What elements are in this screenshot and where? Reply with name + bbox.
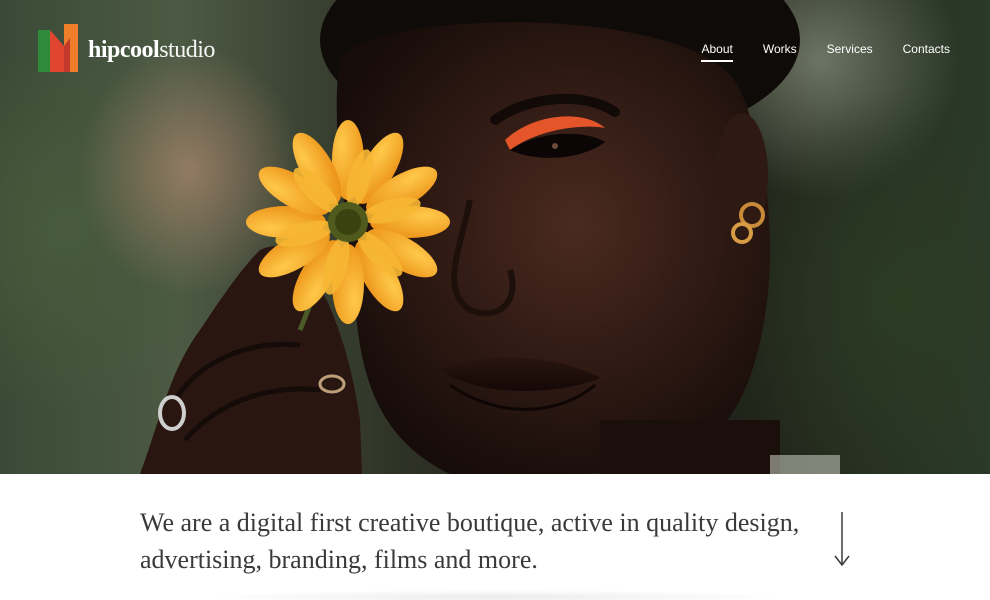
- logo-text-light: studio: [159, 36, 215, 63]
- nav-contacts[interactable]: Contacts: [903, 42, 950, 62]
- main-nav: About Works Services Contacts: [701, 42, 950, 62]
- nav-works[interactable]: Works: [763, 42, 797, 62]
- logo-wordmark: hipcoolstudio: [88, 38, 215, 62]
- intro-line-1: We are a digital first creative boutique…: [140, 508, 800, 537]
- logo-link[interactable]: hipcoolstudio: [38, 24, 215, 74]
- logo-text-bold: hipcool: [88, 36, 160, 63]
- intro-line-2: advertising, branding, films and more.: [140, 545, 538, 574]
- scroll-down-button[interactable]: [832, 510, 852, 568]
- intro-text: We are a digital first creative boutique…: [140, 504, 820, 578]
- page: hipcoolstudio About Works Services Conta…: [0, 0, 990, 600]
- logo-icon: [38, 24, 78, 72]
- arrow-down-icon: [834, 512, 850, 567]
- section-divider: [200, 590, 790, 600]
- site-header: hipcoolstudio About Works Services Conta…: [0, 0, 990, 100]
- nav-services[interactable]: Services: [827, 42, 873, 62]
- nav-about[interactable]: About: [701, 42, 734, 62]
